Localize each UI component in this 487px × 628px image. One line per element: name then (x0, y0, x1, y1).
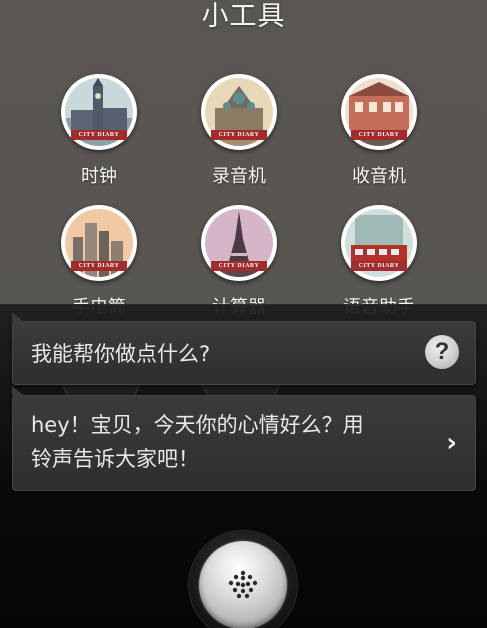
assistant-reply-bubble[interactable]: hey！宝贝，今天你的心情好么？用 铃声告诉大家吧！ › (12, 386, 476, 491)
voice-assistant-icon: CITY DIARY (341, 205, 417, 281)
reply-line-2: 铃声告诉大家吧！ (31, 447, 199, 471)
screen: 小工具 CITY DIARY 时钟 CITY DIARY 录音机 CITY DI… (0, 0, 487, 628)
microphone-grille-icon (199, 541, 287, 628)
tool-radio[interactable]: CITY DIARY 收音机 (319, 74, 439, 204)
assistant-prompt: 我能帮你做点什么? (31, 342, 211, 366)
chevron-right-icon[interactable]: › (446, 428, 457, 458)
clock-icon: CITY DIARY (61, 74, 137, 150)
recorder-icon: CITY DIARY (201, 74, 277, 150)
assistant-reply: hey！宝贝，今天你的心情好么？用 铃声告诉大家吧！ (31, 408, 431, 476)
tool-clock[interactable]: CITY DIARY 时钟 (39, 74, 159, 204)
flashlight-icon: CITY DIARY (61, 205, 137, 281)
voice-assistant-panel: 我能帮你做点什么? ? hey！宝贝，今天你的心情好么？用 铃声告诉大家吧！ › (0, 304, 487, 628)
reply-line-1: hey！宝贝，今天你的心情好么？用 (31, 413, 364, 437)
radio-icon: CITY DIARY (341, 74, 417, 150)
help-icon[interactable]: ? (425, 335, 459, 369)
calculator-icon: CITY DIARY (201, 205, 277, 281)
page-title: 小工具 (201, 1, 286, 32)
tools-grid: 小工具 CITY DIARY 时钟 CITY DIARY 录音机 CITY DI… (0, 0, 487, 318)
assistant-prompt-bubble: 我能帮你做点什么? ? (12, 312, 476, 385)
tool-label: 时钟 (81, 166, 117, 187)
tool-label: 录音机 (212, 166, 266, 187)
tool-recorder[interactable]: CITY DIARY 录音机 (179, 74, 299, 204)
tool-label: 收音机 (352, 166, 406, 187)
microphone-button[interactable] (189, 531, 297, 628)
